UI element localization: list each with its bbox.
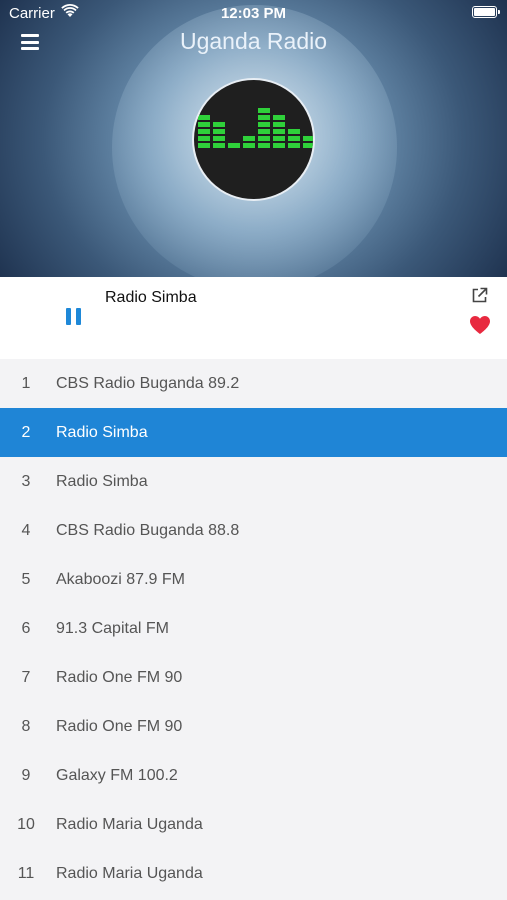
station-name: Radio Maria Uganda [56, 816, 203, 833]
station-number: 2 [21, 424, 31, 441]
station-row[interactable]: 9 Galaxy FM 100.2 [0, 751, 507, 800]
station-name: CBS Radio Buganda 89.2 [56, 375, 240, 392]
heart-icon [470, 316, 490, 334]
station-artwork [192, 78, 315, 201]
station-name: Galaxy FM 100.2 [56, 767, 178, 784]
station-number: 4 [21, 522, 31, 539]
station-number: 5 [21, 571, 31, 588]
battery-icon [472, 6, 500, 18]
station-number: 6 [21, 620, 31, 637]
station-row[interactable]: 6 91.3 Capital FM [0, 604, 507, 653]
pause-icon [66, 308, 71, 325]
station-row[interactable]: 1 CBS Radio Buganda 89.2 [0, 359, 507, 408]
station-row[interactable]: 10 Radio Maria Uganda [0, 800, 507, 849]
station-name: CBS Radio Buganda 88.8 [56, 522, 240, 539]
station-name: Akaboozi 87.9 FM [56, 571, 185, 588]
station-list: 1 CBS Radio Buganda 89.2 2 Radio Simba 3 Radi… [0, 359, 507, 898]
station-number: 7 [21, 669, 31, 686]
station-name: 91.3 Capital FM [56, 620, 169, 637]
station-name: Radio Simba [56, 424, 148, 441]
station-number: 11 [17, 865, 35, 882]
now-playing-title: Radio Simba [105, 289, 197, 306]
status-bar: Carrier 12:03 PM [0, 0, 507, 26]
station-row[interactable]: 3 Radio Simba [0, 457, 507, 506]
station-row[interactable]: 8 Radio One FM 90 [0, 702, 507, 751]
station-number: 8 [21, 718, 31, 735]
app-title: Uganda Radio [179, 28, 328, 54]
station-name: Radio One FM 90 [56, 718, 183, 735]
station-name: Radio One FM 90 [56, 669, 183, 686]
station-row[interactable]: 11 Radio Maria Uganda [0, 849, 507, 898]
station-number: 10 [17, 816, 35, 833]
pause-button[interactable] [66, 308, 82, 325]
station-name: Radio Simba [56, 473, 148, 490]
station-number: 9 [21, 767, 31, 784]
equalizer-image [198, 108, 313, 148]
station-row[interactable]: 7 Radio One FM 90 [0, 653, 507, 702]
share-button[interactable] [471, 287, 488, 304]
station-row[interactable]: 4 CBS Radio Buganda 88.8 [0, 506, 507, 555]
station-name: Radio Maria Uganda [56, 865, 203, 882]
station-number: 1 [21, 375, 31, 392]
station-row[interactable]: 5 Akaboozi 87.9 FM [0, 555, 507, 604]
header-hero: Carrier 12:03 PM Uganda Radio [0, 0, 507, 277]
station-number: 3 [21, 473, 31, 490]
external-link-icon [472, 287, 488, 303]
favorite-button[interactable] [469, 315, 491, 335]
station-row[interactable]: 2 Radio Simba [0, 408, 507, 457]
status-time: 12:03 PM [220, 5, 287, 22]
